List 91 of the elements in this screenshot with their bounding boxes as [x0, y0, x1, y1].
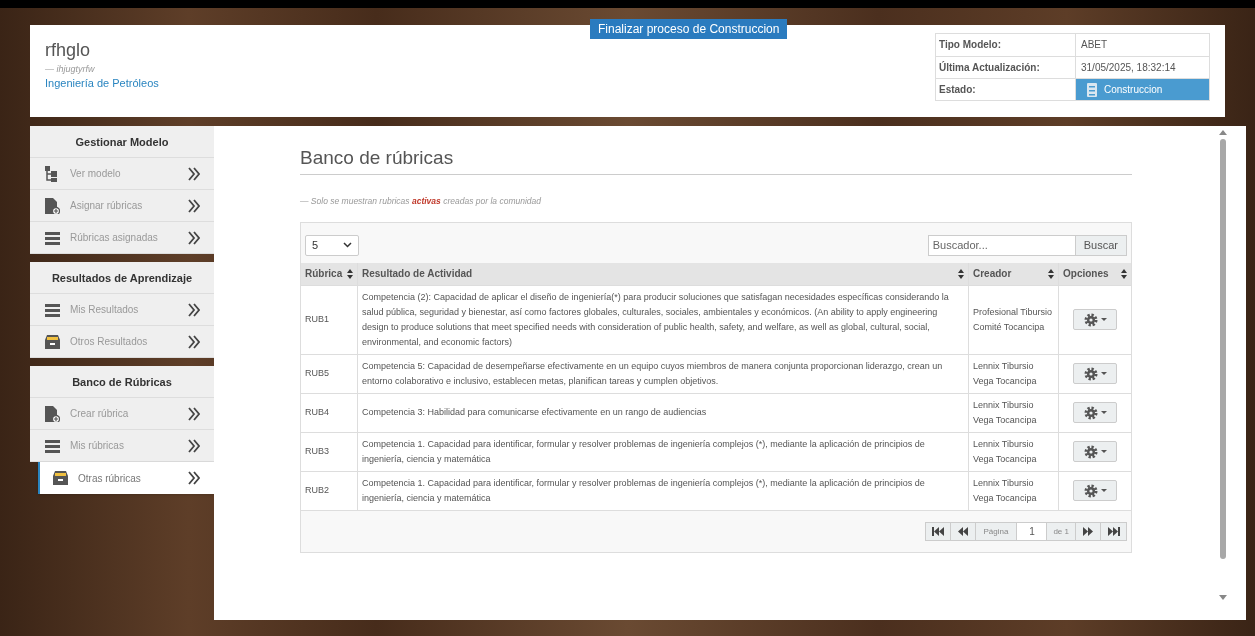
- first-page-icon: [931, 526, 944, 536]
- drawer-icon: [53, 470, 68, 486]
- model-title: rfhglo: [45, 39, 92, 62]
- chevrons-icon: [188, 198, 200, 213]
- sort-icon: [1121, 268, 1127, 279]
- status-text: Construccion: [1104, 83, 1163, 97]
- column-header[interactable]: Creador: [968, 262, 1058, 285]
- page-size-select[interactable]: 5: [305, 234, 359, 256]
- sort-icon: [347, 268, 353, 279]
- sidebar-item[interactable]: Ver modelo: [30, 158, 214, 190]
- section-title: Gestionar Modelo: [30, 126, 214, 158]
- sidebar-item[interactable]: Mis Resultados: [30, 294, 214, 326]
- table-cell: Profesional Tibursio Comité Tocancipa: [968, 285, 1058, 354]
- options-button[interactable]: [1073, 309, 1117, 331]
- caret-icon: [1100, 411, 1107, 415]
- table-cell: Lennix Tibursio Vega Tocancipa: [968, 471, 1058, 510]
- sort-icon: [1048, 268, 1054, 279]
- file-plus-icon: [45, 197, 60, 214]
- caret-icon: [1100, 489, 1107, 493]
- drawer-icon: [45, 333, 60, 350]
- chevron-down-icon: [343, 242, 352, 249]
- chevrons-icon: [188, 438, 200, 453]
- program-link[interactable]: Ingeniería de Petróleos: [45, 75, 159, 91]
- section-title: Resultados de Aprendizaje: [30, 262, 214, 294]
- page-count: de 1: [1047, 522, 1076, 540]
- page-title: Banco de rúbricas: [300, 146, 1132, 175]
- table-cell: Lennix Tibursio Vega Tocancipa: [968, 354, 1058, 393]
- list-icon: [45, 301, 60, 318]
- search-field[interactable]: Buscador...: [927, 234, 1076, 256]
- list-icon: [45, 229, 60, 246]
- options-button[interactable]: [1073, 363, 1117, 385]
- gear-icon: [1083, 366, 1098, 381]
- chevrons-icon: [188, 334, 200, 349]
- scroll-up-icon: [1219, 130, 1227, 135]
- tree-icon: [45, 165, 60, 182]
- options-button[interactable]: [1073, 402, 1117, 424]
- gear-icon: [1083, 405, 1098, 420]
- table-cell-text: RUB1: [304, 313, 330, 327]
- table-cell: Competencia (2): Capacidad de aplicar el diseño de ingeniería(*) para producir soluciones que satisfagan necesidades específicas considerando la salud pública, seguridad y bienestar, así como factores globales, culturales, sociales, ambientales y económicos. (An ability to apply engineering design to produce solutions that meet specified needs with consideration of public health, safety, and welfare, as well as global, cultural, social, environmental, and economic factors): [357, 285, 968, 354]
- next-page-icon: [1082, 526, 1094, 536]
- info-label: Última Actualización:: [936, 57, 1076, 78]
- table-cell: Lennix Tibursio Vega Tocancipa: [968, 393, 1058, 432]
- caret-icon: [1100, 450, 1107, 454]
- column-header[interactable]: Rúbrica: [301, 262, 357, 285]
- chevrons-icon: [188, 406, 200, 421]
- gear-icon: [1083, 312, 1098, 327]
- gear-icon: [1083, 444, 1098, 459]
- file-plus-icon: [45, 405, 60, 422]
- info-value: 31/05/2025, 18:32:14: [1080, 61, 1177, 75]
- sidebar-item[interactable]: Otros Resultados: [30, 326, 214, 358]
- column-header[interactable]: Resultado de Actividad: [357, 262, 968, 285]
- building-icon: [1086, 82, 1098, 97]
- section-title: Banco de Rúbricas: [30, 366, 214, 398]
- sidebar-item[interactable]: Crear rúbrica: [30, 398, 214, 430]
- sidebar-item[interactable]: Otras rúbricas: [38, 462, 214, 494]
- table-cell-text: RUB3: [304, 445, 330, 459]
- chevrons-icon: [188, 230, 200, 245]
- search-button[interactable]: Buscar: [1075, 234, 1127, 256]
- table-cell-text: RUB2: [304, 484, 330, 498]
- column-header[interactable]: Opciones: [1058, 262, 1131, 285]
- sort-icon: [958, 268, 964, 279]
- info-value: ABET: [1080, 38, 1109, 52]
- finalize-button[interactable]: Finalizar proceso de Construccion: [590, 19, 788, 39]
- gear-icon: [1083, 483, 1098, 498]
- table-cell: Competencia 1. Capacidad para identificar, formular y resolver problemas de ingeniería complejos (*), mediante la aplicación de principios de ingeniería, ciencia y matemática: [357, 471, 968, 510]
- options-button[interactable]: [1073, 441, 1117, 463]
- table-cell-text: RUB4: [304, 406, 330, 420]
- info-label: Tipo Modelo:: [936, 34, 1076, 56]
- last-page-icon: [1107, 526, 1120, 536]
- table-cell-text: RUB5: [304, 367, 330, 381]
- options-button[interactable]: [1073, 480, 1117, 502]
- sidebar-item[interactable]: Rúbricas asignadas: [30, 222, 214, 254]
- scrollbar[interactable]: [1218, 130, 1228, 600]
- previous-page-icon: [956, 526, 969, 536]
- chevrons-icon: [188, 166, 200, 181]
- scroll-down-icon: [1219, 595, 1227, 600]
- caret-icon: [1100, 372, 1107, 376]
- page-number-field[interactable]: 1: [1017, 522, 1048, 540]
- info-note: — Solo se muestran rubricas activas creadas por la comunidad: [300, 195, 542, 208]
- chevrons-icon: [188, 302, 200, 317]
- scrollbar-thumb[interactable]: [1220, 139, 1226, 559]
- caret-icon: [1100, 318, 1107, 322]
- list-icon: [45, 437, 60, 454]
- table-cell: Competencia 1. Capacidad para identificar, formular y resolver problemas de ingeniería complejos (*), mediante la aplicación de principios de ingeniería, ciencia y matemática: [357, 432, 968, 471]
- table-cell: Lennix Tibursio Vega Tocancipa: [968, 432, 1058, 471]
- table-cell: Competencia 5: Capacidad de desempeñarse efectivamente en un equipo cuyos miembros de manera conjunta proporcionan liderazgo, crean un entorno colaborativo e inclusivo, establecen metas, planifican tareas y cumplen objetivos.: [357, 354, 968, 393]
- sidebar-item[interactable]: Asignar rúbricas: [30, 190, 214, 222]
- sidebar-item[interactable]: Mis rúbricas: [30, 430, 214, 462]
- chevrons-icon: [188, 471, 200, 485]
- table-cell: Competencia 3: Habilidad para comunicarse efectivamente en un rango de audiencias: [357, 393, 968, 432]
- model-subtitle: — ihjugtyrfw: [45, 63, 96, 75]
